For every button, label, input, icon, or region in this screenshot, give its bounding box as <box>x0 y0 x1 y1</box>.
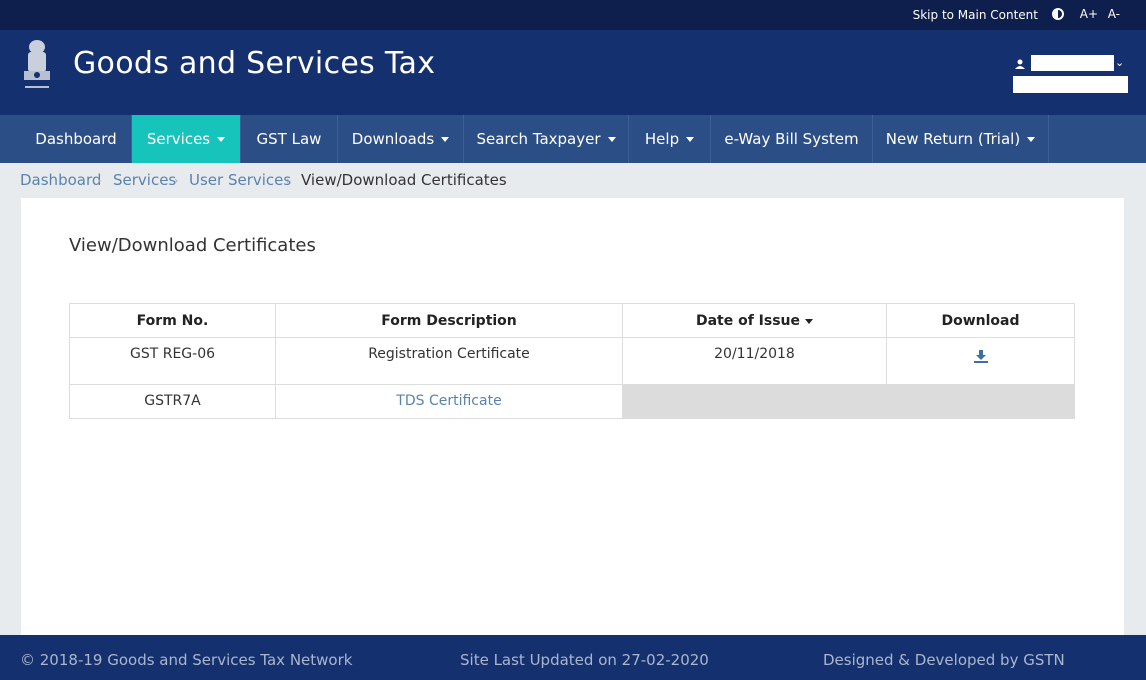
breadcrumb-separator-icon: › <box>286 174 291 187</box>
contrast-toggle-icon[interactable] <box>1052 8 1064 20</box>
header-form-no: Form No. <box>69 303 276 338</box>
caret-down-icon <box>217 137 226 142</box>
content-panel: View/Download Certificates Form No. Form… <box>21 198 1124 635</box>
nav-new-return[interactable]: New Return (Trial) <box>873 115 1049 163</box>
site-header: Goods and Services Tax ⌄ <box>0 30 1146 115</box>
nav-help[interactable]: Help <box>629 115 711 163</box>
nav-eway-bill[interactable]: e-Way Bill System <box>711 115 873 163</box>
footer-developer: Designed & Developed by GSTN <box>823 651 1065 669</box>
tds-certificate-link[interactable]: TDS Certificate <box>275 384 623 419</box>
download-icon[interactable] <box>973 350 988 363</box>
footer-last-updated: Site Last Updated on 27-02-2020 <box>460 651 709 669</box>
breadcrumb-user-services[interactable]: User Services <box>189 171 291 189</box>
header-download: Download <box>886 303 1075 338</box>
breadcrumb-services[interactable]: Services <box>113 171 176 189</box>
table-cell-form-no: GSTR7A <box>69 384 276 419</box>
nav-dashboard[interactable]: Dashboard <box>21 115 132 163</box>
font-decrease-button[interactable]: A- <box>1108 7 1120 21</box>
top-utility-bar: Skip to Main Content A+ A- <box>0 0 1146 30</box>
nav-services[interactable]: Services <box>132 115 241 163</box>
chevron-down-icon[interactable]: ⌄ <box>1115 56 1124 69</box>
site-title[interactable]: Goods and Services Tax <box>73 46 435 81</box>
table-cell-description: Registration Certificate <box>275 337 623 385</box>
page-title: View/Download Certificates <box>69 235 316 256</box>
breadcrumb-separator-icon: › <box>97 174 102 187</box>
font-increase-button[interactable]: A+ <box>1080 7 1098 21</box>
table-cell-form-no: GST REG-06 <box>69 337 276 385</box>
caret-down-icon <box>441 137 450 142</box>
user-id-display <box>1013 76 1128 93</box>
user-icon <box>1015 59 1025 69</box>
skip-to-main-link[interactable]: Skip to Main Content <box>913 8 1038 22</box>
breadcrumb-dashboard[interactable]: Dashboard <box>20 171 101 189</box>
table-cell-download <box>886 337 1075 385</box>
user-name-display[interactable] <box>1031 55 1114 71</box>
breadcrumb-separator-icon: › <box>174 174 179 187</box>
breadcrumb-current: View/Download Certificates <box>301 171 507 189</box>
nav-downloads[interactable]: Downloads <box>338 115 464 163</box>
header-date-of-issue[interactable]: Date of Issue <box>622 303 887 338</box>
site-footer: © 2018-19 Goods and Services Tax Network… <box>0 635 1146 680</box>
sort-caret-icon[interactable] <box>805 318 814 324</box>
caret-down-icon <box>686 137 695 142</box>
empty-cell <box>622 384 1075 419</box>
nav-gst-law[interactable]: GST Law <box>241 115 338 163</box>
national-emblem-logo[interactable] <box>19 37 55 95</box>
footer-copyright: © 2018-19 Goods and Services Tax Network <box>20 651 353 669</box>
header-form-description: Form Description <box>275 303 623 338</box>
nav-search-taxpayer[interactable]: Search Taxpayer <box>464 115 629 163</box>
table-cell-date: 20/11/2018 <box>622 337 887 385</box>
caret-down-icon <box>1027 137 1036 142</box>
main-navbar: Dashboard Services GST Law Downloads Sea… <box>0 115 1146 163</box>
caret-down-icon <box>607 137 616 142</box>
